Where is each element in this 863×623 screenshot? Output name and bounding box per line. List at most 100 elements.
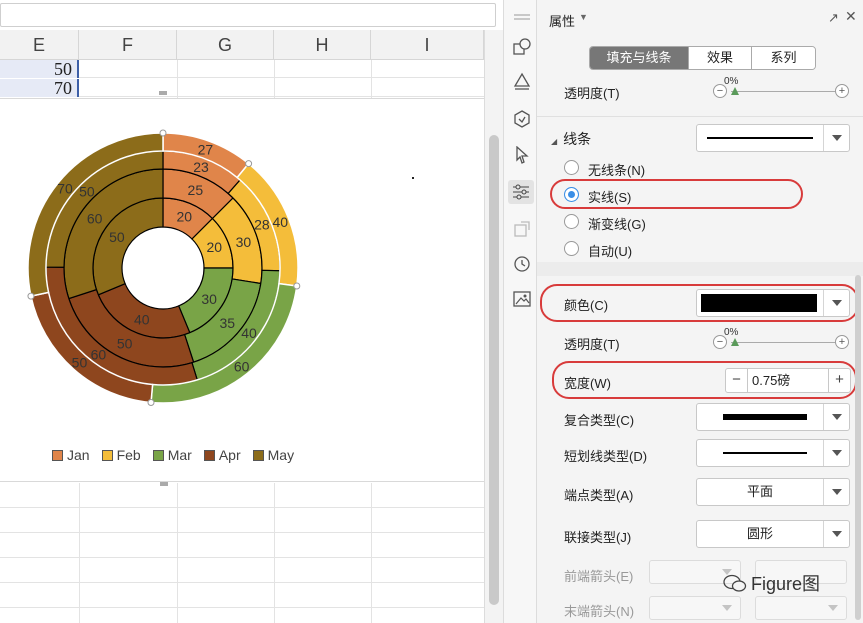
- data-label: 40: [241, 325, 257, 341]
- column-header-g[interactable]: G: [177, 30, 274, 60]
- legend-item-apr: Apr: [203, 447, 241, 463]
- radio-label: 无线条(N): [588, 163, 646, 178]
- increase-icon[interactable]: +: [835, 335, 849, 349]
- highlight-annotation: [550, 179, 803, 209]
- grid-line: [0, 582, 484, 583]
- end-arrow-label: 末端箭头(N): [564, 604, 635, 619]
- cap-type-dropdown[interactable]: 平面: [696, 478, 850, 506]
- shapes-icon[interactable]: [513, 38, 531, 56]
- chevron-down-icon[interactable]: [714, 597, 740, 619]
- title-dropdown-icon[interactable]: ▼: [579, 12, 588, 22]
- column-header-h[interactable]: H: [274, 30, 371, 60]
- chevron-down-icon[interactable]: [823, 125, 849, 151]
- selection-handle[interactable]: [147, 398, 155, 406]
- formula-bar[interactable]: [0, 3, 496, 27]
- transparency-value: 0%: [724, 327, 739, 338]
- legend-item-jan: Jan: [52, 447, 90, 463]
- tab-series[interactable]: 系列: [752, 47, 815, 69]
- end-arrow-type-dropdown[interactable]: [649, 596, 741, 620]
- tab-effects[interactable]: 效果: [689, 47, 752, 69]
- radio-label: 自动(U): [588, 244, 633, 259]
- selection-handle[interactable]: [293, 282, 301, 290]
- data-label: 27: [198, 141, 214, 157]
- data-label: 23: [193, 159, 209, 175]
- tab-fill-line[interactable]: 填充与线条: [590, 47, 689, 69]
- hamburger-icon[interactable]: [513, 8, 531, 26]
- chevron-down-icon[interactable]: [820, 597, 846, 619]
- resize-handle[interactable]: [160, 482, 168, 486]
- legend-swatch: [203, 449, 215, 461]
- radio-no-line[interactable]: [564, 160, 579, 175]
- radio-gradient-line[interactable]: [564, 214, 579, 229]
- fill-transparency-label: 透明度(T): [564, 86, 620, 101]
- panel-scrollbar[interactable]: [855, 275, 861, 620]
- join-value: 圆形: [746, 526, 773, 541]
- column-header-i[interactable]: I: [371, 30, 484, 60]
- scrollbar-thumb[interactable]: [489, 135, 499, 605]
- panel-tabs: 填充与线条 效果 系列: [589, 46, 816, 70]
- grid-line: [177, 483, 178, 623]
- dash-type-dropdown[interactable]: [696, 439, 850, 467]
- data-label: 30: [236, 234, 252, 250]
- close-icon[interactable]: ✕: [845, 8, 857, 25]
- sheet-row: 50: [0, 60, 484, 78]
- line-preview: [723, 452, 807, 454]
- fill-icon[interactable]: [513, 72, 531, 90]
- cap-type-label: 端点类型(A): [564, 488, 634, 503]
- cell-e-value[interactable]: 70: [0, 79, 79, 97]
- column-header-f[interactable]: F: [79, 30, 177, 60]
- grid-line: [274, 483, 275, 623]
- slider-thumb[interactable]: [731, 87, 739, 95]
- properties-panel: 属性 ▼ ↗ ✕ 填充与线条 效果 系列 透明度(T) − 0% + ◢ 线条 无…: [537, 0, 863, 623]
- grid-line: [371, 60, 372, 98]
- side-icon-strip: [503, 0, 537, 623]
- doughnut-chart[interactable]: 20 20 30 40 50 25 30 35 50 60 23 28 40 60 50 27 40 60 50 70…: [0, 98, 484, 482]
- cursor-icon[interactable]: [513, 146, 531, 164]
- properties-icon[interactable]: [508, 180, 534, 204]
- cell-e-value[interactable]: 50: [0, 60, 79, 78]
- grid-line: [0, 607, 484, 608]
- highlight-annotation: [540, 284, 859, 322]
- selection-handle[interactable]: [159, 129, 167, 137]
- grid-line: [79, 483, 80, 623]
- legend-label: Apr: [218, 447, 241, 463]
- grid-line: [274, 60, 275, 98]
- effects-icon[interactable]: [513, 110, 531, 128]
- pin-icon[interactable]: ↗: [828, 10, 839, 26]
- line-section-header[interactable]: ◢ 线条: [551, 129, 591, 149]
- legend-label: Feb: [116, 447, 141, 463]
- legend-swatch: [252, 449, 264, 461]
- resize-handle[interactable]: [159, 91, 167, 95]
- slider-track[interactable]: [731, 91, 835, 92]
- end-arrow-size-dropdown[interactable]: [755, 596, 847, 620]
- selection-handle[interactable]: [245, 160, 253, 168]
- selection-handle[interactable]: [27, 292, 35, 300]
- chevron-down-icon[interactable]: [823, 404, 849, 430]
- fill-transparency-slider[interactable]: − 0% +: [713, 76, 853, 100]
- slider-thumb[interactable]: [731, 338, 739, 346]
- history-icon[interactable]: [513, 255, 531, 273]
- column-header-e[interactable]: E: [0, 30, 79, 60]
- line-style-dropdown[interactable]: [696, 124, 850, 152]
- increase-icon[interactable]: +: [835, 84, 849, 98]
- panel-title: 属性: [549, 14, 576, 29]
- data-label: 50: [117, 335, 133, 351]
- grid-line: [0, 507, 484, 508]
- grid-line: [0, 532, 484, 533]
- slider-track[interactable]: [731, 342, 835, 343]
- join-type-label: 联接类型(J): [564, 530, 632, 545]
- image-icon[interactable]: [513, 290, 531, 308]
- chevron-down-icon[interactable]: [823, 521, 849, 547]
- transform-icon[interactable]: [513, 220, 531, 238]
- compound-type-label: 复合类型(C): [564, 413, 635, 428]
- line-preview: [723, 414, 807, 420]
- vertical-scrollbar[interactable]: [484, 30, 503, 623]
- data-label: 20: [206, 239, 222, 255]
- compound-type-dropdown[interactable]: [696, 403, 850, 431]
- join-type-dropdown[interactable]: 圆形: [696, 520, 850, 548]
- chevron-down-icon[interactable]: [823, 440, 849, 466]
- chevron-down-icon[interactable]: [823, 479, 849, 505]
- line-transparency-slider[interactable]: − 0% +: [713, 327, 853, 351]
- legend-swatch: [101, 449, 113, 461]
- radio-auto-line[interactable]: [564, 241, 579, 256]
